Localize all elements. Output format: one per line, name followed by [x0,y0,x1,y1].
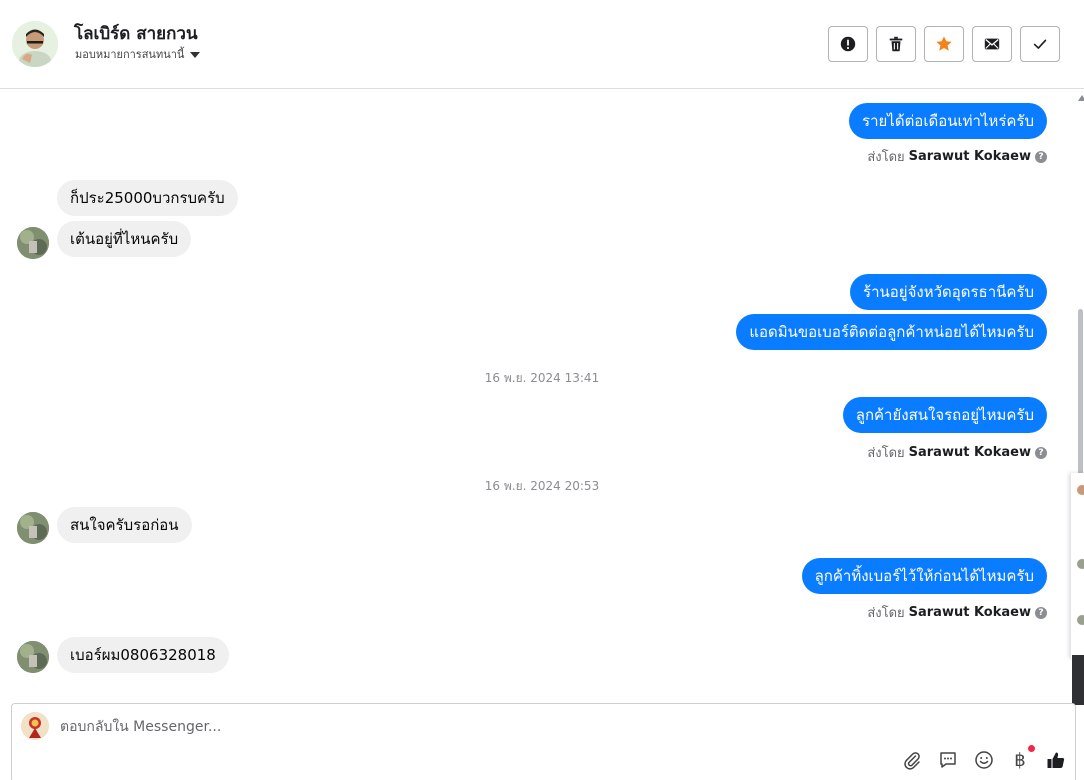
sender-avatar[interactable] [17,227,49,259]
sent-by-name: Sarawut Kokaew [908,605,1031,620]
message-input[interactable] [60,716,960,738]
saved-reply-button[interactable] [937,749,959,771]
message-bubble[interactable]: เต้นอยู่ที่ไหนครับ [57,221,192,257]
composer-toolbar: ฿ [901,745,1067,771]
message-timestamp: 16 พ.ย. 2024 13:41 [484,371,600,385]
mark-done-button[interactable] [1020,26,1060,62]
sent-by-name: Sarawut Kokaew [908,149,1031,164]
sent-by-label: ส่งโดย Sarawut Kokaew ? [867,602,1047,623]
attach-button[interactable] [901,749,923,771]
header-actions [828,26,1060,62]
message-bubble[interactable]: ก็ประ25000บวกรบครับ [57,180,238,216]
caret-down-icon [190,51,201,58]
like-icon [1047,752,1065,768]
assign-label: มอบหมายการสนทนานี้ [75,48,185,61]
message-bubble[interactable]: เบอร์ผม0806328018 [57,637,229,673]
emoji-button[interactable] [973,749,995,771]
avatar-icon [1077,615,1084,625]
star-button[interactable] [924,26,964,62]
incoming-message: เต้นอยู่ที่ไหนครับ [57,221,192,257]
message-bubble[interactable]: ลูกค้าทิ้งเบอร์ไว้ให้ก่อนได้ไหมครับ [801,558,1047,594]
star-icon [936,36,952,51]
saved-reply-icon [940,752,956,768]
trash-icon [889,36,903,52]
sent-by-name: Sarawut Kokaew [908,445,1031,460]
page-avatar [21,712,49,740]
spam-button[interactable] [828,26,868,62]
side-panel-peek[interactable] [1070,473,1084,658]
outgoing-message: ร้านอยู่จังหวัดอุดรธานีครับ [850,274,1047,310]
envelope-icon [984,38,1000,50]
mark-unread-button[interactable] [972,26,1012,62]
assign-conversation-dropdown[interactable]: มอบหมายการสนทนานี้ [75,45,201,63]
sent-by-label: ส่งโดย Sarawut Kokaew ? [867,442,1047,463]
sent-by-label: ส่งโดย Sarawut Kokaew ? [867,146,1047,167]
message-bubble[interactable]: สนใจครับรอก่อน [57,507,192,543]
avatar-icon [1077,485,1084,495]
reply-composer: ฿ [11,703,1076,780]
contact-avatar[interactable] [12,21,58,67]
contact-name[interactable]: โลเบิร์ด สายกวน [74,20,198,47]
incoming-message: สนใจครับรอก่อน [57,507,192,543]
payment-button[interactable]: ฿ [1009,745,1035,771]
outgoing-message: รายได้ต่อเดือนเท่าไหร่ครับ [849,103,1047,139]
delete-button[interactable] [876,26,916,62]
avatar-icon [1077,559,1084,569]
alert-circle-icon [840,36,856,52]
message-list[interactable]: รายได้ต่อเดือนเท่าไหร่ครับ ส่งโดย Sarawu… [0,89,1084,694]
message-bubble[interactable]: ลูกค้ายังสนใจรถอยู่ไหมครับ [842,397,1047,433]
like-button[interactable] [1045,749,1067,771]
sent-by-prefix: ส่งโดย [867,446,905,461]
notification-dot [1028,745,1035,752]
incoming-message: เบอร์ผม0806328018 [57,637,229,673]
payment-icon: ฿ [1014,749,1026,771]
help-icon[interactable]: ? [1035,606,1047,619]
outgoing-message: ลูกค้าทิ้งเบอร์ไว้ให้ก่อนได้ไหมครับ [801,558,1047,594]
outgoing-message: แอดมินขอเบอร์ติดต่อลูกค้าหน่อยได้ไหมครับ [736,314,1047,350]
message-bubble[interactable]: รายได้ต่อเดือนเท่าไหร่ครับ [849,103,1047,139]
attach-icon [904,752,920,770]
outgoing-message: ลูกค้ายังสนใจรถอยู่ไหมครับ [842,397,1047,433]
help-icon[interactable]: ? [1035,446,1047,459]
incoming-message: ก็ประ25000บวกรบครับ [57,180,238,216]
sent-by-prefix: ส่งโดย [867,606,905,621]
sender-avatar[interactable] [17,641,49,673]
emoji-icon [975,751,993,769]
check-icon [1033,39,1047,49]
message-bubble[interactable]: ร้านอยู่จังหวัดอุดรธานีครับ [850,274,1047,310]
sender-avatar[interactable] [17,512,49,544]
help-icon[interactable]: ? [1035,150,1047,163]
side-panel-dark-strip [1072,655,1084,705]
messenger-conversation: โลเบิร์ด สายกวน มอบหมายการสนทนานี้ รายได… [0,0,1084,780]
conversation-header: โลเบิร์ด สายกวน มอบหมายการสนทนานี้ [0,0,1084,89]
sent-by-prefix: ส่งโดย [867,150,905,165]
message-bubble[interactable]: แอดมินขอเบอร์ติดต่อลูกค้าหน่อยได้ไหมครับ [736,314,1047,350]
message-timestamp: 16 พ.ย. 2024 20:53 [484,479,600,493]
